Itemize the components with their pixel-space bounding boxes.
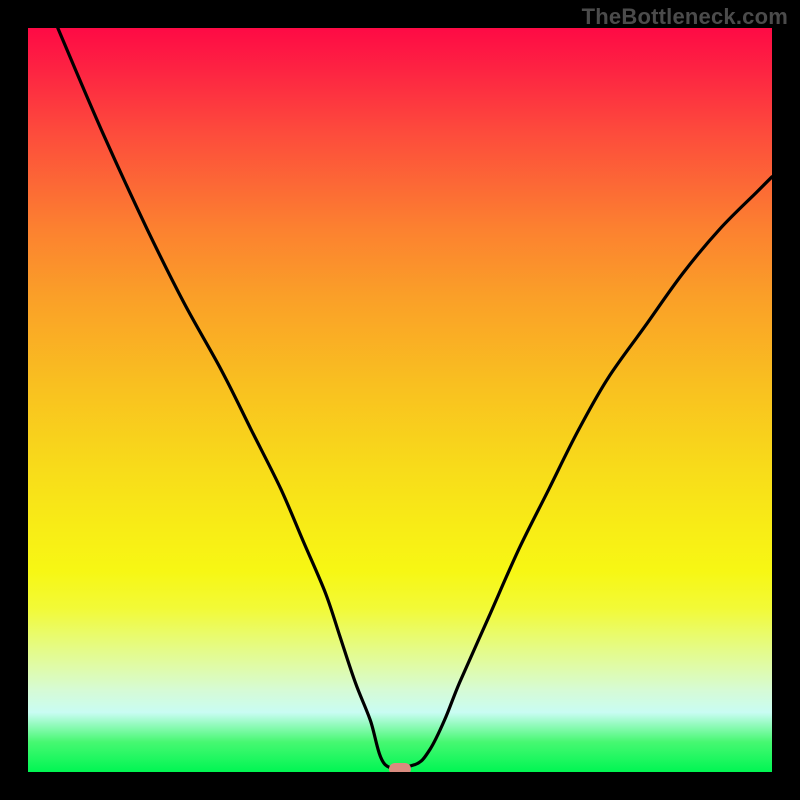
chart-frame: TheBottleneck.com: [0, 0, 800, 800]
bottleneck-curve: [28, 28, 772, 772]
watermark-text: TheBottleneck.com: [582, 4, 788, 30]
optimum-marker: [389, 763, 411, 772]
curve-path: [58, 28, 772, 768]
plot-area: [28, 28, 772, 772]
